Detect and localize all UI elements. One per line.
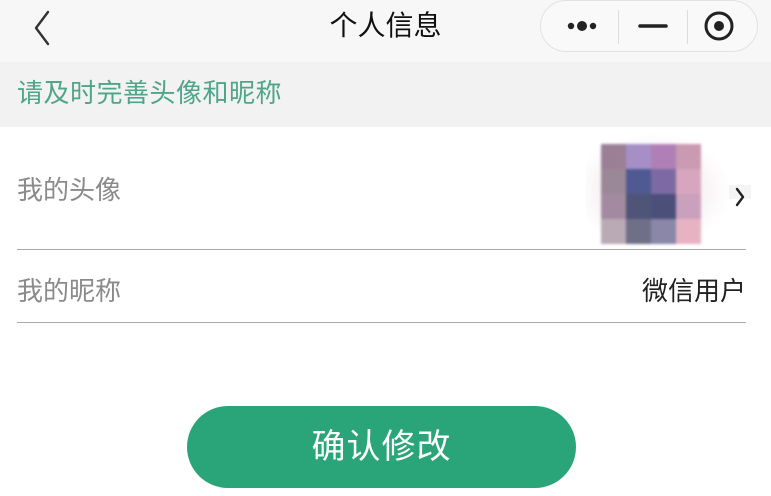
minimize-icon — [638, 24, 668, 28]
close-button[interactable] — [689, 1, 753, 51]
chevron-right-icon — [729, 185, 751, 207]
nickname-label: 我的昵称 — [17, 277, 122, 307]
confirm-button[interactable]: 确认修改 — [187, 406, 576, 488]
notice-banner: 请及时完善头像和昵称 — [0, 62, 771, 127]
nickname-value[interactable]: 微信用户 — [642, 274, 746, 310]
profile-page: 个人信息 请及时完善头像和昵称 我的头像 我的昵称 微信用户 确认修改 — [0, 0, 771, 496]
avatar-label: 我的头像 — [17, 176, 122, 206]
pixelated-avatar-image — [601, 144, 701, 244]
more-button[interactable] — [549, 1, 615, 51]
navigation-bar: 个人信息 — [0, 0, 771, 62]
capsule-menu — [540, 0, 758, 52]
capsule-divider — [618, 10, 619, 44]
notice-text: 请及时完善头像和昵称 — [17, 79, 283, 109]
more-dots-icon — [567, 21, 597, 31]
avatar-row[interactable]: 我的头像 — [17, 127, 751, 250]
nickname-row[interactable]: 我的昵称 微信用户 — [17, 250, 746, 323]
minimize-button[interactable] — [621, 1, 685, 51]
avatar[interactable] — [586, 133, 732, 249]
target-close-icon — [704, 11, 734, 41]
capsule-divider — [687, 10, 688, 44]
